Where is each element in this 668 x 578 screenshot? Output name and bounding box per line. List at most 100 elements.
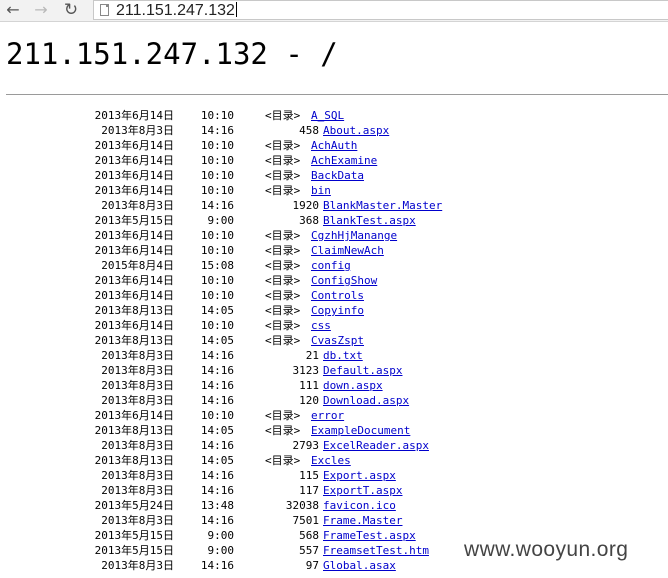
dir-marker: <目录>: [265, 184, 301, 197]
entry-date: 2013年5月24日: [94, 499, 174, 512]
directory-link[interactable]: css: [311, 318, 331, 333]
dir-marker: <目录>: [265, 109, 301, 122]
directory-link[interactable]: config: [311, 258, 351, 273]
directory-link[interactable]: error: [311, 408, 344, 423]
directory-link[interactable]: AchAuth: [311, 138, 357, 153]
file-link[interactable]: BlankTest.aspx: [323, 213, 416, 228]
entry-time: 14:16: [200, 199, 234, 212]
entry-date: 2013年6月14日: [94, 244, 174, 257]
page-icon: [100, 4, 109, 16]
entry-date: 2013年5月15日: [94, 544, 174, 557]
entry-date: 2013年6月14日: [94, 229, 174, 242]
dir-marker: <目录>: [265, 229, 301, 242]
file-size: 458: [299, 124, 319, 137]
listing-row: 2013年6月14日 10:10 <目录> bin: [0, 183, 668, 198]
file-link[interactable]: Default.aspx: [323, 363, 402, 378]
file-link[interactable]: FrameTest.aspx: [323, 528, 416, 543]
forward-arrow-icon[interactable]: →: [31, 1, 51, 19]
listing-row: 2013年8月3日 14:16 21 db.txt: [0, 348, 668, 363]
directory-link[interactable]: CgzhHjManange: [311, 228, 397, 243]
directory-link[interactable]: bin: [311, 183, 331, 198]
directory-link[interactable]: Copyinfo: [311, 303, 364, 318]
entry-time: 14:16: [200, 364, 234, 377]
file-link[interactable]: Frame.Master: [323, 513, 402, 528]
directory-link[interactable]: ExampleDocument: [311, 423, 410, 438]
file-link[interactable]: Download.aspx: [323, 393, 409, 408]
entry-time: 15:08: [200, 259, 234, 272]
entry-date: 2013年8月3日: [101, 394, 174, 407]
file-link[interactable]: ExportT.aspx: [323, 483, 402, 498]
listing-row: 2013年8月3日 14:16 1920 BlankMaster.Master: [0, 198, 668, 213]
listing-row: 2013年8月13日 14:05 <目录> Excles: [0, 453, 668, 468]
directory-link[interactable]: Controls: [311, 288, 364, 303]
entry-time: 13:48: [200, 499, 234, 512]
entry-time: 10:10: [200, 184, 234, 197]
entry-date: 2013年6月14日: [94, 319, 174, 332]
file-size: 115: [299, 469, 319, 482]
file-link[interactable]: BlankMaster.Master: [323, 198, 442, 213]
entry-time: 10:10: [200, 169, 234, 182]
listing-row: 2013年8月13日 14:05 <目录> Copyinfo: [0, 303, 668, 318]
entry-time: 14:16: [200, 124, 234, 137]
file-link[interactable]: db.txt: [323, 348, 363, 363]
listing-row: 2013年6月14日 10:10 <目录> ConfigShow: [0, 273, 668, 288]
entry-time: 14:05: [200, 454, 234, 467]
entry-time: 10:10: [200, 319, 234, 332]
browser-toolbar: ← → ↻ 211.151.247.132: [0, 0, 668, 22]
entry-date: 2013年6月14日: [94, 184, 174, 197]
file-link[interactable]: FreamsetTest.htm: [323, 543, 429, 558]
dir-marker: <目录>: [265, 244, 301, 257]
file-size: 3123: [292, 364, 320, 377]
url-value[interactable]: 211.151.247.132: [116, 2, 235, 19]
file-link[interactable]: ExcelReader.aspx: [323, 438, 429, 453]
directory-link[interactable]: Excles: [311, 453, 351, 468]
url-text[interactable]: 211.151.247.132: [116, 1, 237, 20]
file-size: 7501: [292, 514, 320, 527]
entry-date: 2013年6月14日: [94, 139, 174, 152]
entry-date: 2013年6月14日: [94, 289, 174, 302]
entry-date: 2013年8月13日: [94, 454, 174, 467]
listing-row: 2013年8月3日 14:16 117 ExportT.aspx: [0, 483, 668, 498]
dir-marker: <目录>: [265, 409, 301, 422]
back-arrow-icon[interactable]: ←: [3, 1, 23, 19]
entry-date: 2013年5月15日: [94, 529, 174, 542]
listing-row: 2013年6月14日 10:10 <目录> AchExamine: [0, 153, 668, 168]
listing-row: 2013年5月15日 9:00 368 BlankTest.aspx: [0, 213, 668, 228]
entry-time: 10:10: [200, 229, 234, 242]
dir-marker: <目录>: [265, 274, 301, 287]
listing-row: 2013年8月3日 14:16 115 Export.aspx: [0, 468, 668, 483]
file-link[interactable]: About.aspx: [323, 123, 389, 138]
watermark: www.wooyun.org: [462, 537, 631, 563]
directory-link[interactable]: CvasZspt: [311, 333, 364, 348]
entry-time: 14:16: [200, 559, 234, 572]
file-link[interactable]: down.aspx: [323, 378, 383, 393]
entry-time: 10:10: [200, 409, 234, 422]
directory-link[interactable]: BackData: [311, 168, 364, 183]
file-size: 117: [299, 484, 319, 497]
listing-row: 2013年8月3日 14:16 120 Download.aspx: [0, 393, 668, 408]
entry-time: 14:16: [200, 439, 234, 452]
file-link[interactable]: Export.aspx: [323, 468, 396, 483]
entry-date: 2013年8月3日: [101, 469, 174, 482]
listing-row: 2013年6月14日 10:10 <目录> css: [0, 318, 668, 333]
entry-date: 2013年8月13日: [94, 304, 174, 317]
file-link[interactable]: favicon.ico: [323, 498, 396, 513]
entry-date: 2013年8月3日: [101, 199, 174, 212]
entry-date: 2013年6月14日: [94, 169, 174, 182]
page-title: 211.151.247.132 - /: [6, 37, 338, 71]
horizontal-rule: [6, 94, 668, 95]
file-size: 368: [299, 214, 319, 227]
file-link[interactable]: Global.asax: [323, 558, 396, 573]
directory-link[interactable]: ConfigShow: [311, 273, 377, 288]
address-bar[interactable]: 211.151.247.132: [93, 0, 668, 20]
directory-link[interactable]: ClaimNewAch: [311, 243, 384, 258]
entry-date: 2013年8月3日: [101, 559, 174, 572]
directory-link[interactable]: A_SQL: [311, 108, 344, 123]
listing-row: 2013年8月13日 14:05 <目录> ExampleDocument: [0, 423, 668, 438]
entry-date: 2013年8月3日: [101, 379, 174, 392]
file-size: 568: [299, 529, 319, 542]
file-size: 120: [299, 394, 319, 407]
dir-marker: <目录>: [265, 334, 301, 347]
directory-link[interactable]: AchExamine: [311, 153, 377, 168]
reload-icon[interactable]: ↻: [61, 1, 81, 19]
